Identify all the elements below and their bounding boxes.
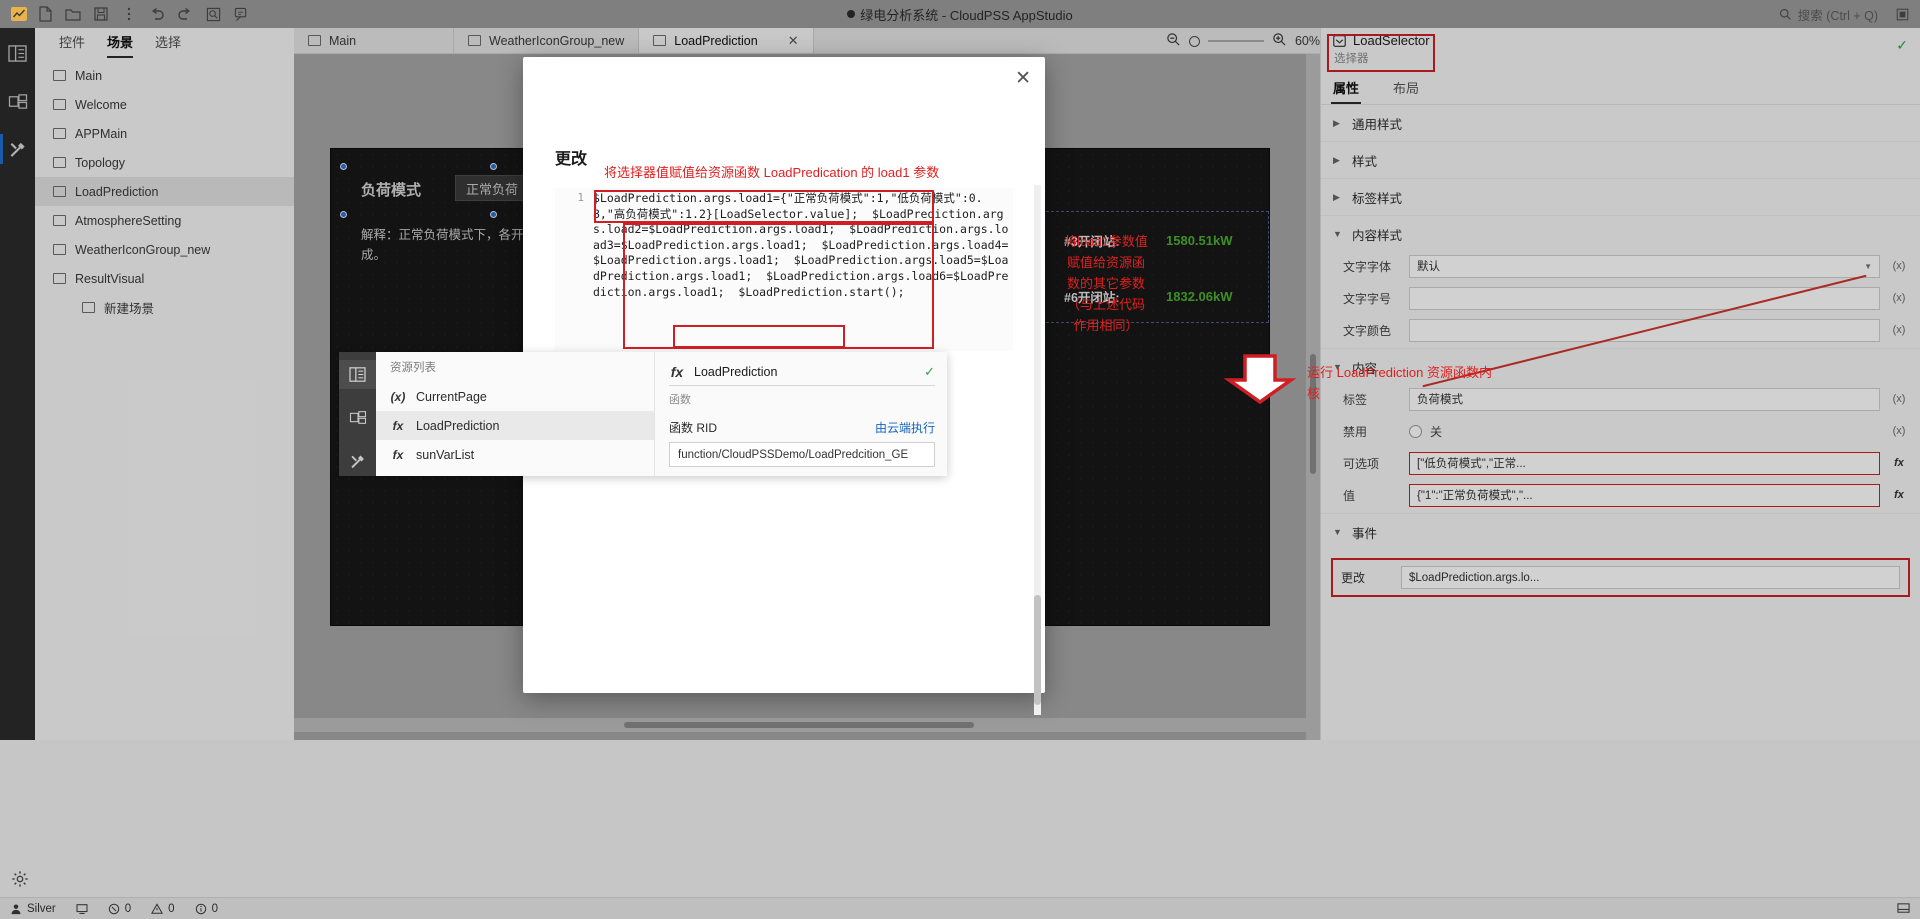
media-icon bbox=[349, 411, 366, 425]
function-icon: fx bbox=[670, 364, 684, 380]
resource-detail: fx LoadPrediction ✓ 函数 函数 RID 由云端执行 func… bbox=[655, 352, 947, 476]
tools-icon bbox=[350, 455, 364, 468]
check-icon: ✓ bbox=[924, 364, 935, 379]
resource-rid-header: 函数 RID 由云端执行 bbox=[669, 419, 935, 436]
resource-detail-name[interactable]: LoadPrediction bbox=[694, 365, 915, 379]
save-button[interactable] bbox=[88, 3, 114, 25]
resource-detail-type: 函数 bbox=[669, 394, 691, 406]
resource-list: 资源列表 (x) CurrentPage fx LoadPrediction f… bbox=[376, 352, 655, 476]
resource-item-label: CurrentPage bbox=[416, 389, 487, 404]
main-toolbar bbox=[0, 0, 254, 28]
function-icon: fx bbox=[392, 447, 404, 462]
annotation-assign-other-params: 将load1参数值赋值给资源函数的其它参数（与上述代码作用相同） bbox=[1064, 234, 1148, 333]
code-line-number: 1 bbox=[577, 191, 584, 204]
down-arrow-icon bbox=[1223, 354, 1297, 405]
annotation-assign-selector: 将选择器值赋值给资源函数 LoadPredication 的 load1 参数 bbox=[604, 165, 940, 180]
undo-button[interactable] bbox=[144, 3, 170, 25]
publish-button[interactable] bbox=[228, 3, 254, 25]
resource-item-label: LoadPrediction bbox=[416, 418, 500, 433]
new-file-button[interactable] bbox=[32, 3, 58, 25]
app-root: 绿电分析系统 - CloudPSS AppStudio 搜索 (Ctrl + Q… bbox=[0, 0, 1920, 919]
resource-picker-rail bbox=[339, 352, 376, 476]
close-icon[interactable]: ✕ bbox=[1015, 69, 1031, 88]
redo-button[interactable] bbox=[172, 3, 198, 25]
code-editor[interactable]: 1 $LoadPrediction.args.load1={"正常负荷模式":1… bbox=[555, 188, 1013, 351]
resource-item-loadprediction[interactable]: fx LoadPrediction bbox=[376, 411, 654, 440]
resource-rid-label: 函数 RID bbox=[669, 421, 718, 435]
resource-rid-input[interactable]: function/CloudPSSDemo/LoadPredcition_GE bbox=[669, 442, 935, 467]
resource-list-tab[interactable] bbox=[339, 360, 376, 390]
preview-button[interactable] bbox=[200, 3, 226, 25]
function-icon: fx bbox=[392, 418, 404, 433]
variable-icon: (x) bbox=[390, 389, 406, 404]
resource-tools-tab[interactable] bbox=[339, 447, 376, 476]
resource-item-currentpage[interactable]: (x) CurrentPage bbox=[376, 382, 654, 411]
dialog-scrollbar[interactable] bbox=[1034, 185, 1041, 715]
code-content[interactable]: $LoadPrediction.args.load1={"正常负荷模式":1,"… bbox=[593, 188, 1013, 351]
more-options-button[interactable] bbox=[116, 3, 142, 25]
resource-list-icon bbox=[349, 367, 366, 382]
resource-item-label: sunVarList bbox=[416, 447, 475, 462]
resource-detail-header: fx LoadPrediction ✓ bbox=[669, 364, 935, 386]
resource-media-tab[interactable] bbox=[339, 403, 376, 432]
scrollbar-thumb[interactable] bbox=[1034, 595, 1041, 705]
resource-item-sunvarlist[interactable]: fx sunVarList bbox=[376, 440, 654, 469]
dialog-title: 更改 bbox=[555, 151, 588, 168]
resource-picker-panel: 资源列表 (x) CurrentPage fx LoadPrediction f… bbox=[339, 352, 947, 476]
cloud-execute-link[interactable]: 由云端执行 bbox=[875, 419, 935, 436]
resource-list-title: 资源列表 bbox=[390, 362, 436, 374]
app-logo-icon bbox=[8, 3, 30, 25]
annotation-run-kernel: 运行 LoadPrediction 资源函数内核 bbox=[1307, 365, 1492, 401]
open-folder-button[interactable] bbox=[60, 3, 86, 25]
annotation-arrow bbox=[1223, 354, 1303, 406]
